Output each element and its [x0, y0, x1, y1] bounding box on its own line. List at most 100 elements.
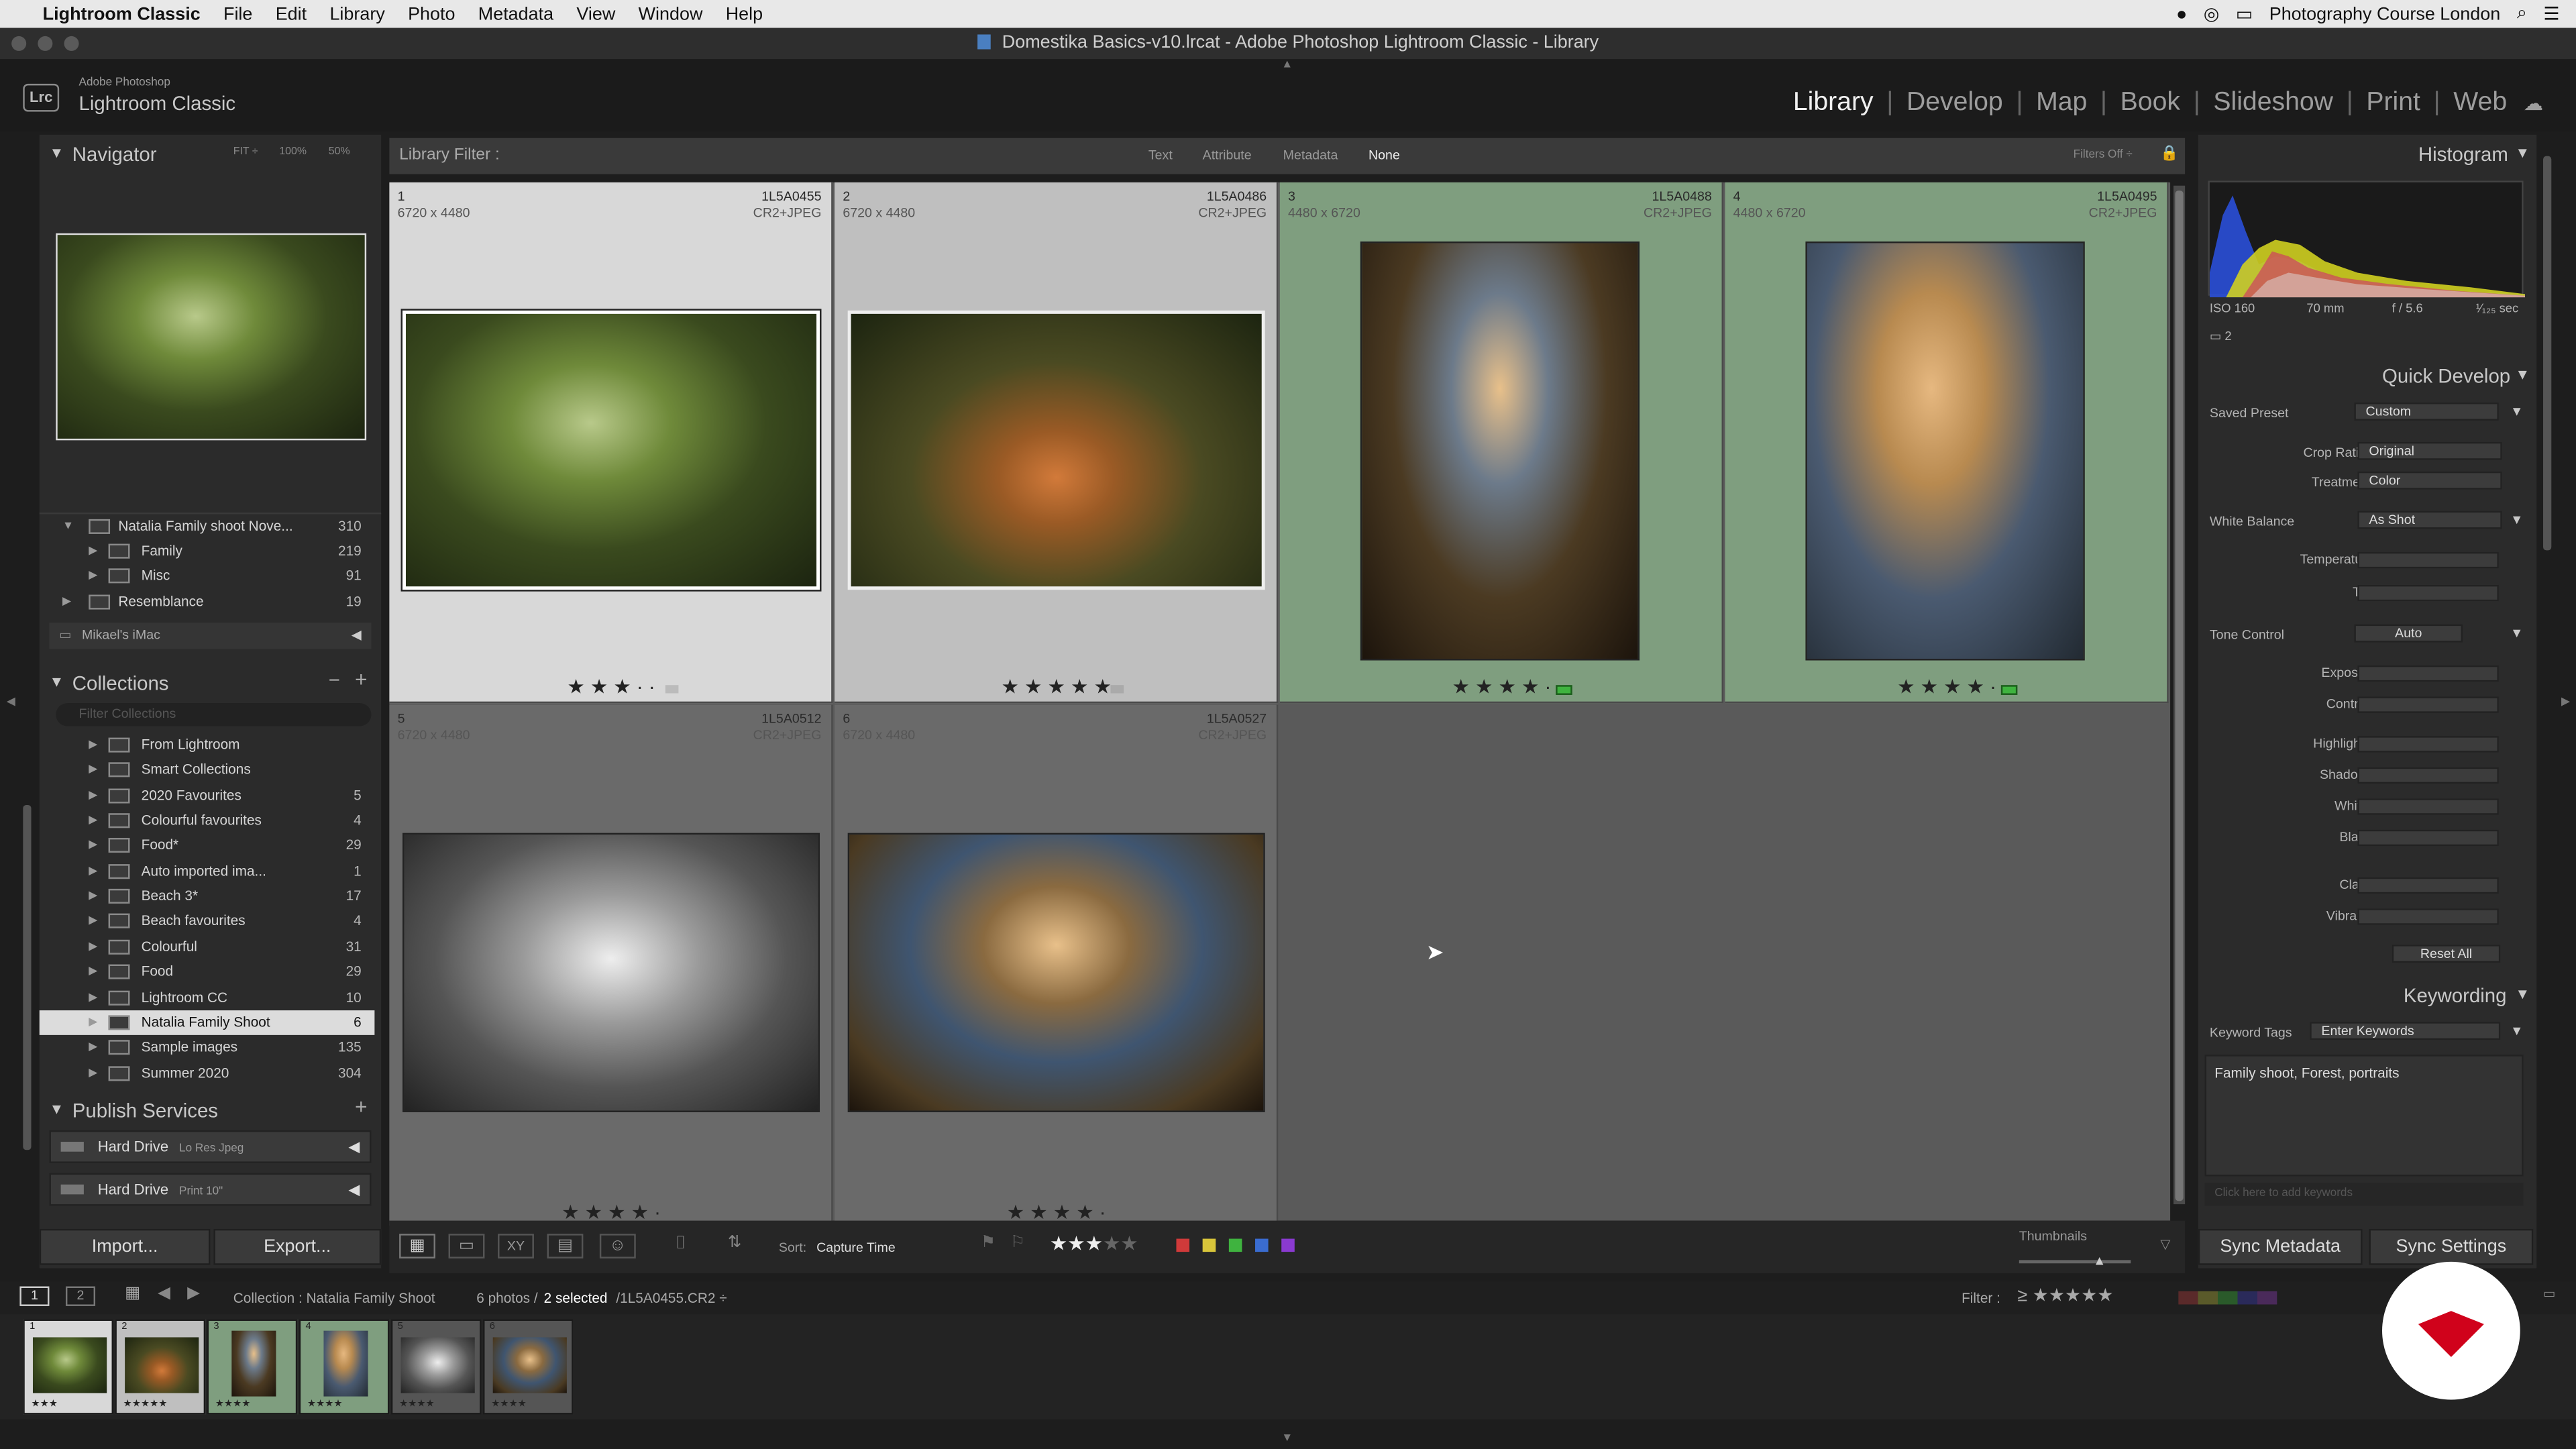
expand-triangle-icon[interactable]: ▶ — [89, 985, 97, 1010]
left-panel-toggle-icon[interactable]: ◀ — [7, 695, 15, 708]
add-publish-service-icon[interactable]: + — [355, 1094, 368, 1119]
module-develop[interactable]: Develop — [1907, 89, 2003, 118]
spotlight-search-icon[interactable]: ⌕ — [2517, 3, 2527, 25]
grid-cell[interactable]: 6 6720 x 4480 1L5A0527 CR2+JPEG ★ ★ ★ ★ … — [835, 704, 1279, 1226]
filmstrip-thumb[interactable]: 5 ★★★★ — [390, 1319, 482, 1415]
expand-triangle-icon[interactable]: ▶ — [89, 934, 97, 959]
publish-services-header[interactable]: ▼ Publish Services + — [40, 1094, 381, 1124]
selected-filename[interactable]: /1L5A0455.CR2 ÷ — [616, 1289, 727, 1305]
top-panel-toggle-icon[interactable]: ▲ — [1281, 59, 1293, 70]
collection-row[interactable]: ▶ 2020 Favourites 5 — [40, 783, 375, 808]
publish-expand-icon[interactable]: ◀ — [348, 1132, 360, 1161]
left-panel-scrollbar[interactable] — [23, 805, 32, 1150]
module-web[interactable]: Web — [2453, 89, 2507, 118]
collection-row[interactable]: ▶ Beach 3* 17 — [40, 884, 375, 909]
vibrance-adjust-buttons[interactable] — [2357, 908, 2499, 925]
grid-scrollbar-thumb[interactable] — [2175, 191, 2184, 1201]
cloud-sync-icon[interactable]: ☁ — [2524, 92, 2543, 115]
expand-triangle-icon[interactable]: ▶ — [89, 758, 97, 783]
filter-color-labels[interactable] — [2178, 1291, 2277, 1305]
right-panel-scrollbar[interactable] — [2543, 156, 2552, 551]
collection-row[interactable]: ▶ Auto imported ima... 1 — [40, 859, 375, 883]
volume-bar[interactable]: ▭ Mikael's iMac ◀ — [49, 623, 372, 649]
flag-pick-icon[interactable]: ⚑ — [981, 1234, 996, 1252]
collection-source[interactable]: Collection : Natalia Family Shoot — [233, 1289, 435, 1305]
expand-triangle-icon[interactable]: ▶ — [89, 1010, 97, 1035]
module-print[interactable]: Print — [2366, 89, 2420, 118]
expand-triangle-icon[interactable]: ▶ — [89, 733, 97, 757]
lock-icon[interactable]: 🔒 — [2160, 145, 2178, 163]
grid-mini-icon[interactable]: ▦ — [125, 1285, 140, 1303]
collection-row[interactable]: ▶ Food* 29 — [40, 834, 375, 859]
volume-collapse-icon[interactable]: ◀ — [352, 623, 362, 649]
zoom-fit[interactable]: FIT ÷ — [233, 146, 258, 158]
collection-row[interactable]: ▶ From Lightroom — [40, 733, 375, 757]
slider-thumb[interactable]: ▲ — [2093, 1254, 2106, 1269]
collection-row[interactable]: ▶ Colourful 31 — [40, 934, 375, 959]
add-keywords-input[interactable]: Click here to add keywords — [2204, 1183, 2524, 1206]
grid-cell[interactable]: 4 4480 x 6720 1L5A0495 CR2+JPEG ★ ★ ★ ★ … — [1725, 182, 2169, 704]
module-map[interactable]: Map — [2036, 89, 2087, 118]
contrast-adjust-buttons[interactable] — [2357, 696, 2499, 713]
photo-thumbnail[interactable] — [1360, 241, 1640, 661]
label-purple[interactable] — [1281, 1238, 1295, 1252]
filter-tab-metadata[interactable]: Metadata — [1283, 148, 1338, 162]
add-collection-icon[interactable]: + — [355, 667, 368, 692]
color-label-green[interactable] — [1556, 685, 1572, 695]
photo-thumbnail[interactable] — [402, 833, 820, 1112]
keywording-header[interactable]: Keywording ▼ — [2198, 977, 2536, 1010]
label-blue[interactable] — [1255, 1238, 1269, 1252]
filmstrip-thumb[interactable]: 1 ★★★ — [23, 1319, 113, 1415]
folder-row[interactable]: ▶ Family 219 — [40, 539, 375, 564]
forward-arrow-icon[interactable]: ▶ — [187, 1285, 200, 1303]
histogram-chart[interactable] — [2208, 180, 2526, 298]
right-panel-toggle-icon[interactable]: ▶ — [2561, 695, 2570, 708]
control-center-icon[interactable]: ☰ — [2543, 3, 2559, 24]
photo-thumbnail[interactable] — [847, 310, 1265, 590]
expand-triangle-icon[interactable]: ▶ — [89, 884, 97, 909]
rating-stars[interactable]: ★★★★★ — [1050, 1232, 1138, 1255]
quick-develop-header[interactable]: Quick Develop ▼ — [2198, 358, 2536, 391]
expand-triangle-icon[interactable]: ▶ — [89, 1061, 97, 1085]
secondary-window-button[interactable]: 2 — [65, 1286, 96, 1306]
module-library[interactable]: Library — [1793, 89, 1874, 118]
navigator-preview[interactable] — [56, 233, 367, 441]
expand-triangle-icon[interactable]: ▶ — [89, 909, 97, 934]
photo-thumbnail[interactable] — [400, 309, 822, 592]
star-rating[interactable]: ★ ★ ★ · · — [389, 676, 833, 698]
keyword-tags-mode-select[interactable]: Enter Keywords — [2310, 1022, 2501, 1040]
collections-header[interactable]: ▼ Collections − + — [40, 667, 381, 696]
filter-lock-icon[interactable]: ▭ — [2543, 1287, 2556, 1301]
expand-triangle-icon[interactable]: ▶ — [89, 834, 97, 859]
filmstrip-thumb[interactable]: 2 ★★★★★ — [115, 1319, 206, 1415]
remove-collection-icon[interactable]: − — [329, 669, 340, 692]
zoom-50[interactable]: 50% — [329, 146, 350, 158]
tint-adjust-buttons[interactable] — [2357, 584, 2499, 602]
people-view-icon[interactable]: ☺ — [599, 1234, 636, 1258]
filmstrip-thumb[interactable]: 4 ★★★★ — [299, 1319, 390, 1415]
painter-icon[interactable]: ⌷ — [676, 1234, 686, 1255]
collection-row[interactable]: ▶ Summer 2020 304 — [40, 1061, 375, 1085]
back-arrow-icon[interactable]: ◀ — [158, 1285, 170, 1303]
filter-preset-select[interactable]: Filters Off ÷ — [2074, 150, 2133, 161]
module-slideshow[interactable]: Slideshow — [2213, 89, 2333, 118]
expand-triangle-icon[interactable]: ▶ — [89, 960, 97, 985]
import-button[interactable]: Import... — [39, 1228, 211, 1265]
exposure-adjust-buttons[interactable] — [2357, 665, 2499, 682]
collection-row[interactable]: ▶ Sample images 135 — [40, 1035, 375, 1060]
flag-reject-icon[interactable]: ⚐ — [1010, 1234, 1025, 1252]
menu-help[interactable]: Help — [726, 4, 763, 23]
collection-row[interactable]: ▶ Food 29 — [40, 960, 375, 985]
treatment-select[interactable]: Color — [2357, 471, 2502, 490]
sync-settings-button[interactable]: Sync Settings — [2369, 1228, 2534, 1265]
zoom-window-button[interactable] — [64, 36, 79, 51]
filter-tab-attribute[interactable]: Attribute — [1203, 148, 1252, 162]
filmstrip-thumb[interactable]: 6 ★★★★ — [483, 1319, 574, 1415]
expand-triangle-icon[interactable]: ▶ — [89, 1035, 97, 1060]
saved-preset-select[interactable]: Custom — [2354, 402, 2499, 421]
blacks-adjust-buttons[interactable] — [2357, 829, 2499, 847]
sync-metadata-button[interactable]: Sync Metadata — [2198, 1228, 2363, 1265]
collections-filter-input[interactable]: Filter Collections — [56, 703, 372, 727]
expand-triangle-icon[interactable]: ▶ — [89, 808, 97, 833]
collection-row[interactable]: ▶ Beach favourites 4 — [40, 909, 375, 934]
